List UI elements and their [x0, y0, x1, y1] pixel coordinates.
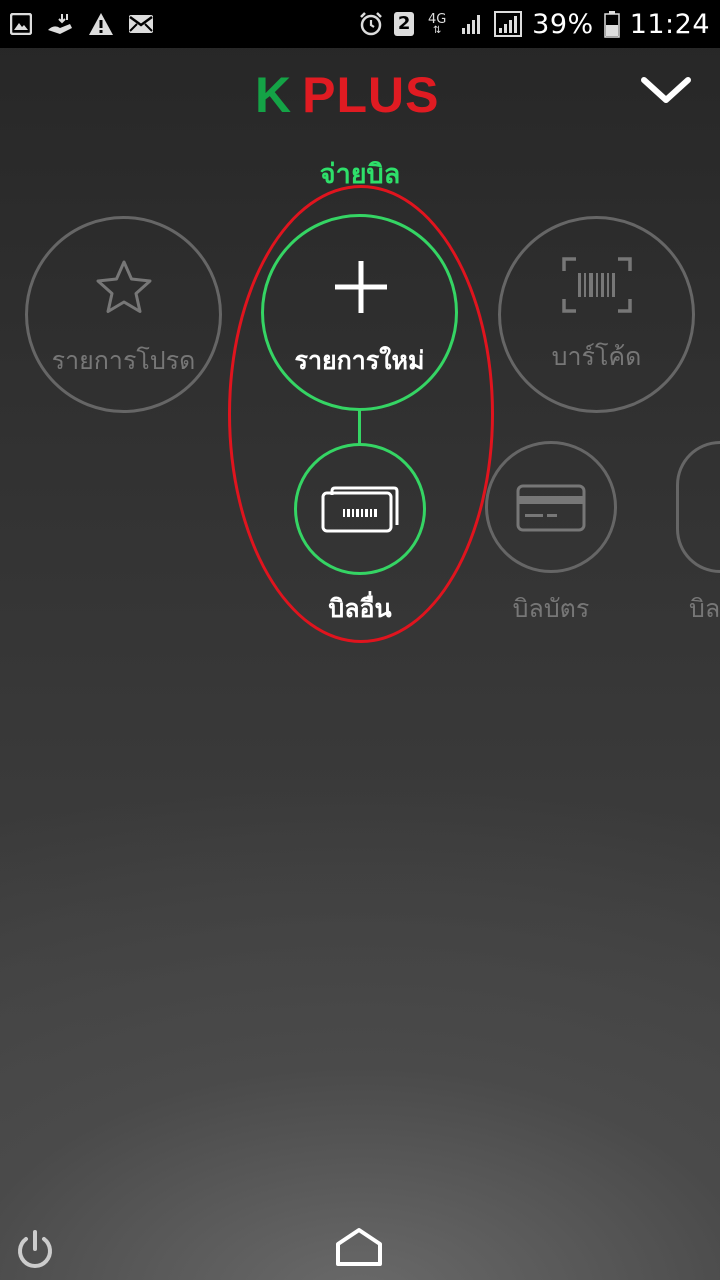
highlight-ellipse: [228, 185, 494, 643]
barcode-button[interactable]: [498, 216, 695, 413]
app-header: K PLUS: [0, 48, 720, 144]
sim-slot-label: 2: [397, 13, 411, 34]
barcode-scan-icon: [562, 257, 632, 313]
battery-percent: 39%: [532, 8, 594, 40]
network-4g-icon: 4G ⇅: [427, 11, 447, 36]
home-icon[interactable]: [334, 1226, 384, 1268]
favorites-label: รายการโปรด: [51, 346, 196, 375]
logo-plus: PLUS: [302, 67, 440, 123]
card-bill-label: บิลบัตร: [512, 594, 590, 623]
partial-menu-label: บิล: [689, 594, 720, 623]
signal-icon: [494, 11, 523, 37]
chevron-down-icon[interactable]: [636, 70, 696, 114]
power-icon[interactable]: [14, 1229, 56, 1271]
image-icon: [10, 13, 32, 35]
clock: 11:24: [629, 8, 710, 40]
status-bar: 2 4G ⇅ 39% 11:24: [0, 0, 720, 48]
signal-icon: [462, 15, 481, 34]
partial-menu-item[interactable]: [676, 441, 720, 573]
warning-icon: [89, 13, 113, 35]
logo-k: K: [255, 67, 293, 123]
barcode-label: บาร์โค้ด: [551, 342, 642, 371]
alarm-icon: [360, 12, 383, 36]
sim-icon: 2: [394, 12, 415, 36]
card-bill-button[interactable]: [485, 441, 617, 573]
download-icon: [48, 14, 72, 34]
mail-icon: [129, 15, 153, 33]
favorites-button[interactable]: [25, 216, 222, 413]
star-icon: [96, 260, 152, 313]
credit-card-icon: [516, 484, 586, 532]
battery-icon: [603, 11, 620, 38]
kplus-logo: K PLUS: [255, 70, 439, 120]
